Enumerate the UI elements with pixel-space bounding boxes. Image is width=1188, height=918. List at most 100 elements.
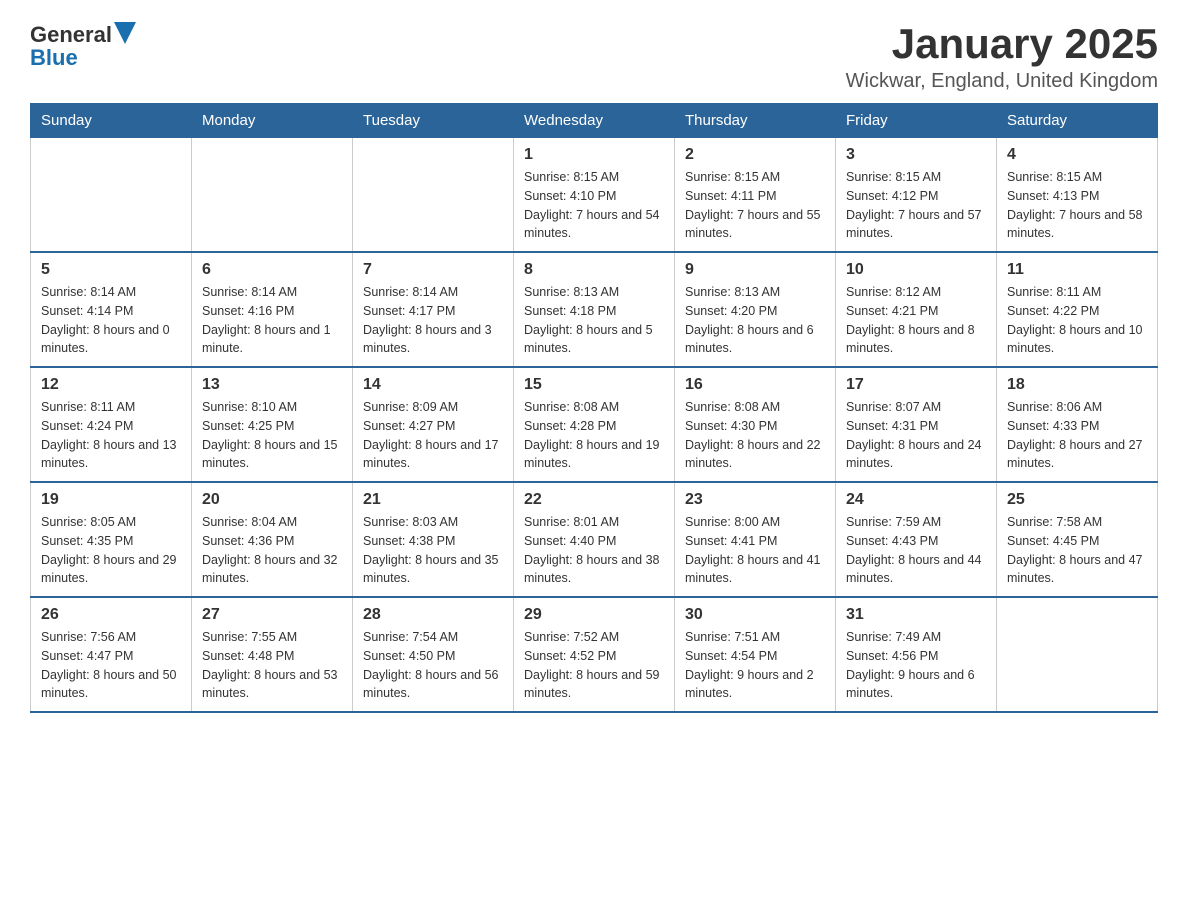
title-block: January 2025 Wickwar, England, United Ki… [846,20,1158,93]
day-info: Sunrise: 8:07 AM Sunset: 4:31 PM Dayligh… [846,398,986,473]
day-info: Sunrise: 8:06 AM Sunset: 4:33 PM Dayligh… [1007,398,1147,473]
day-number: 5 [41,261,181,279]
calendar-title: January 2025 [846,20,1158,68]
day-header-sunday: Sunday [31,104,192,138]
day-number: 25 [1007,491,1147,509]
calendar-day-5: 5 Sunrise: 8:14 AM Sunset: 4:14 PM Daylig… [31,252,192,367]
calendar-day-31: 31 Sunrise: 7:49 AM Sunset: 4:56 PM Dayli… [836,597,997,712]
calendar-week-row: 12Sunrise: 8:11 AM Sunset: 4:24 PM Dayli… [31,367,1158,482]
day-info: Sunrise: 8:15 AM Sunset: 4:13 PM Dayligh… [1007,168,1147,243]
logo-icon [114,22,136,44]
calendar-day-30: 30 Sunrise: 7:51 AM Sunset: 4:54 PM Dayli… [675,597,836,712]
logo-text-blue: Blue [30,45,78,71]
day-info: Sunrise: 8:15 AM Sunset: 4:11 PM Dayligh… [685,168,825,243]
empty-cell [31,138,192,253]
page-header: General Blue January 2025 Wickwar, Engla… [30,20,1158,93]
day-info: Sunrise: 8:13 AM Sunset: 4:20 PM Dayligh… [685,283,825,358]
day-info: Sunrise: 8:12 AM Sunset: 4:21 PM Dayligh… [846,283,986,358]
day-number: 19 [41,491,181,509]
calendar-subtitle: Wickwar, England, United Kingdom [846,70,1158,93]
day-number: 2 [685,146,825,164]
day-number: 4 [1007,146,1147,164]
calendar-day-3: 3Sunrise: 8:15 AM Sunset: 4:12 PM Daylig… [836,138,997,253]
day-info: Sunrise: 8:01 AM Sunset: 4:40 PM Dayligh… [524,513,664,588]
day-number: 20 [202,491,342,509]
calendar-day-21: 21Sunrise: 8:03 AM Sunset: 4:38 PM Dayli… [353,482,514,597]
calendar-day-1: 1Sunrise: 8:15 AM Sunset: 4:10 PM Daylig… [514,138,675,253]
calendar-day-8: 8Sunrise: 8:13 AM Sunset: 4:18 PM Daylig… [514,252,675,367]
day-number: 23 [685,491,825,509]
calendar-day-20: 20 Sunrise: 8:04 AM Sunset: 4:36 PM Dayli… [192,482,353,597]
day-number: 1 [524,146,664,164]
day-number: 10 [846,261,986,279]
calendar-table: SundayMondayTuesdayWednesdayThursdayFrid… [30,103,1158,713]
day-info: Sunrise: 8:05 AM Sunset: 4:35 PM Dayligh… [41,513,181,588]
day-number: 13 [202,376,342,394]
day-number: 9 [685,261,825,279]
day-number: 21 [363,491,503,509]
day-info: Sunrise: 7:59 AM Sunset: 4:43 PM Dayligh… [846,513,986,588]
day-header-wednesday: Wednesday [514,104,675,138]
day-number: 31 [846,606,986,624]
day-info: Sunrise: 8:04 AM Sunset: 4:36 PM Dayligh… [202,513,342,588]
day-info: Sunrise: 7:58 AM Sunset: 4:45 PM Dayligh… [1007,513,1147,588]
calendar-day-9: 9 Sunrise: 8:13 AM Sunset: 4:20 PM Daylig… [675,252,836,367]
day-number: 29 [524,606,664,624]
day-info: Sunrise: 8:08 AM Sunset: 4:30 PM Dayligh… [685,398,825,473]
day-number: 18 [1007,376,1147,394]
day-number: 7 [363,261,503,279]
day-info: Sunrise: 7:49 AM Sunset: 4:56 PM Dayligh… [846,628,986,703]
calendar-day-16: 16 Sunrise: 8:08 AM Sunset: 4:30 PM Dayli… [675,367,836,482]
calendar-week-row: 26 Sunrise: 7:56 AM Sunset: 4:47 PM Dayli… [31,597,1158,712]
day-number: 16 [685,376,825,394]
calendar-day-11: 11Sunrise: 8:11 AM Sunset: 4:22 PM Dayli… [997,252,1158,367]
empty-cell [192,138,353,253]
calendar-day-4: 4 Sunrise: 8:15 AM Sunset: 4:13 PM Daylig… [997,138,1158,253]
logo-text-general: General [30,22,112,48]
calendar-week-row: 5 Sunrise: 8:14 AM Sunset: 4:14 PM Daylig… [31,252,1158,367]
day-number: 26 [41,606,181,624]
day-info: Sunrise: 8:11 AM Sunset: 4:24 PM Dayligh… [41,398,181,473]
day-info: Sunrise: 7:51 AM Sunset: 4:54 PM Dayligh… [685,628,825,703]
day-number: 30 [685,606,825,624]
empty-cell [353,138,514,253]
calendar-day-15: 15 Sunrise: 8:08 AM Sunset: 4:28 PM Dayli… [514,367,675,482]
day-number: 11 [1007,261,1147,279]
calendar-day-17: 17 Sunrise: 8:07 AM Sunset: 4:31 PM Dayli… [836,367,997,482]
calendar-header-row: SundayMondayTuesdayWednesdayThursdayFrid… [31,104,1158,138]
calendar-day-23: 23Sunrise: 8:00 AM Sunset: 4:41 PM Dayli… [675,482,836,597]
calendar-day-28: 28Sunrise: 7:54 AM Sunset: 4:50 PM Dayli… [353,597,514,712]
calendar-day-27: 27 Sunrise: 7:55 AM Sunset: 4:48 PM Dayli… [192,597,353,712]
day-header-saturday: Saturday [997,104,1158,138]
day-info: Sunrise: 8:14 AM Sunset: 4:14 PM Dayligh… [41,283,181,358]
day-info: Sunrise: 8:08 AM Sunset: 4:28 PM Dayligh… [524,398,664,473]
day-info: Sunrise: 7:52 AM Sunset: 4:52 PM Dayligh… [524,628,664,703]
day-info: Sunrise: 7:55 AM Sunset: 4:48 PM Dayligh… [202,628,342,703]
empty-cell [997,597,1158,712]
day-number: 6 [202,261,342,279]
calendar-day-29: 29 Sunrise: 7:52 AM Sunset: 4:52 PM Dayli… [514,597,675,712]
day-number: 17 [846,376,986,394]
day-header-friday: Friday [836,104,997,138]
day-number: 22 [524,491,664,509]
calendar-day-12: 12Sunrise: 8:11 AM Sunset: 4:24 PM Dayli… [31,367,192,482]
calendar-week-row: 19 Sunrise: 8:05 AM Sunset: 4:35 PM Dayli… [31,482,1158,597]
logo: General Blue [30,20,136,71]
day-number: 15 [524,376,664,394]
day-number: 8 [524,261,664,279]
day-info: Sunrise: 7:54 AM Sunset: 4:50 PM Dayligh… [363,628,503,703]
day-header-tuesday: Tuesday [353,104,514,138]
day-number: 24 [846,491,986,509]
calendar-day-19: 19 Sunrise: 8:05 AM Sunset: 4:35 PM Dayli… [31,482,192,597]
day-info: Sunrise: 8:10 AM Sunset: 4:25 PM Dayligh… [202,398,342,473]
day-info: Sunrise: 8:14 AM Sunset: 4:16 PM Dayligh… [202,283,342,358]
day-header-monday: Monday [192,104,353,138]
calendar-day-18: 18 Sunrise: 8:06 AM Sunset: 4:33 PM Dayli… [997,367,1158,482]
calendar-day-26: 26 Sunrise: 7:56 AM Sunset: 4:47 PM Dayli… [31,597,192,712]
day-info: Sunrise: 8:14 AM Sunset: 4:17 PM Dayligh… [363,283,503,358]
day-number: 27 [202,606,342,624]
calendar-day-6: 6 Sunrise: 8:14 AM Sunset: 4:16 PM Daylig… [192,252,353,367]
day-info: Sunrise: 7:56 AM Sunset: 4:47 PM Dayligh… [41,628,181,703]
calendar-day-10: 10 Sunrise: 8:12 AM Sunset: 4:21 PM Dayli… [836,252,997,367]
calendar-day-25: 25 Sunrise: 7:58 AM Sunset: 4:45 PM Dayli… [997,482,1158,597]
